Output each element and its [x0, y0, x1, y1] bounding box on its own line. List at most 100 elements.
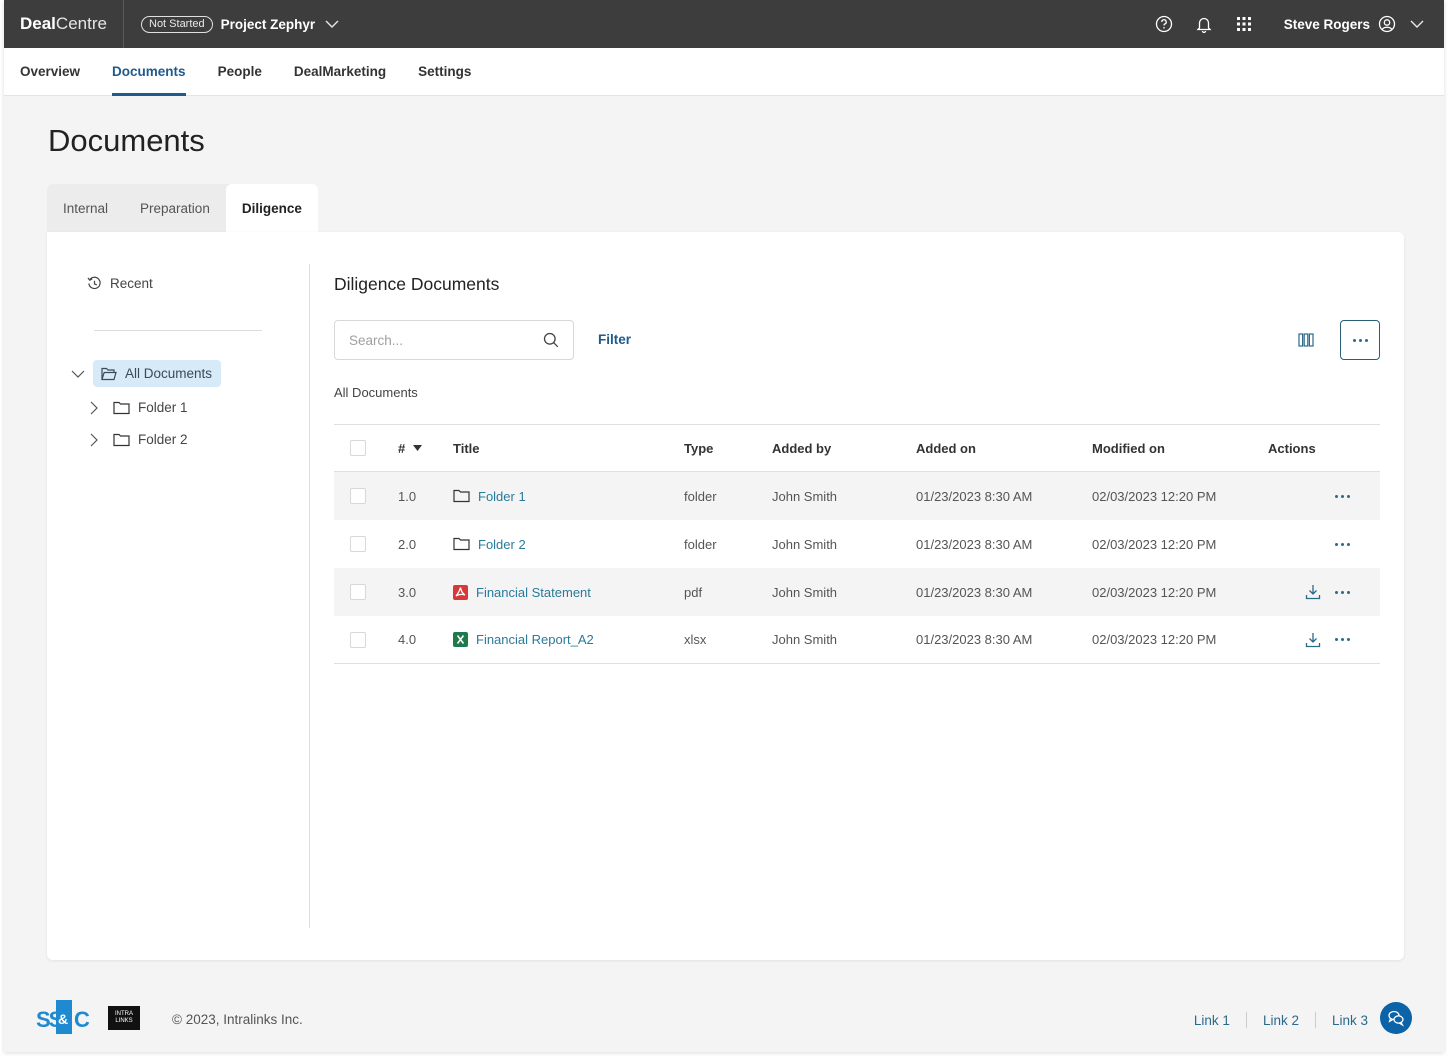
column-header-added-on[interactable]: Added on: [916, 441, 1092, 456]
column-header-title[interactable]: Title: [453, 441, 684, 456]
row-added-by: John Smith: [772, 584, 838, 600]
column-header-modified-on[interactable]: Modified on: [1092, 441, 1268, 456]
brand-logo[interactable]: Deal Centre: [4, 0, 124, 48]
tree-selected-pill[interactable]: All Documents: [93, 360, 222, 387]
search-box: [334, 320, 574, 360]
row-more-icon[interactable]: [1335, 494, 1350, 498]
table-row[interactable]: 2.0 Folder 2 folder John Smith 01/23/202…: [334, 520, 1380, 568]
search-icon[interactable]: [543, 332, 559, 348]
table-header: # Title Type Added by Added on Modified …: [334, 424, 1380, 472]
tab-diligence[interactable]: Diligence: [225, 184, 318, 232]
top-right-controls: Steve Rogers: [1144, 0, 1444, 48]
document-title-link[interactable]: Financial Statement: [476, 585, 591, 600]
column-header-type[interactable]: Type: [684, 441, 772, 456]
bell-icon[interactable]: [1184, 0, 1224, 48]
row-modified-on: 02/03/2023 12:20 PM: [1092, 488, 1217, 504]
row-more-icon[interactable]: [1335, 590, 1350, 594]
select-all-checkbox[interactable]: [350, 440, 366, 456]
nav-settings[interactable]: Settings: [418, 48, 471, 96]
tree-item-all-documents[interactable]: All Documents: [71, 360, 222, 387]
download-icon[interactable]: [1305, 632, 1321, 648]
status-badge: Not Started: [141, 15, 213, 33]
chevron-right-icon[interactable]: [89, 433, 99, 447]
sidebar-splitter[interactable]: [309, 264, 310, 928]
row-added-by: John Smith: [772, 488, 838, 504]
tree-item-folder-2[interactable]: Folder 2: [89, 432, 188, 447]
chevron-right-icon[interactable]: [89, 401, 99, 415]
search-input[interactable]: [349, 332, 529, 348]
project-chevron-down-icon[interactable]: [325, 19, 339, 29]
row-added-on: 01/23/2023 8:30 AM: [916, 488, 1033, 504]
nav-overview[interactable]: Overview: [20, 48, 80, 96]
tree-item-folder-1[interactable]: Folder 1: [89, 400, 188, 415]
table-row[interactable]: 4.0 Financial Report_A2 xlsx John Smith …: [334, 616, 1380, 664]
logo-line: LINKS: [115, 1018, 133, 1024]
row-number: 1.0: [398, 488, 417, 504]
link-separator: [1245, 1012, 1247, 1028]
row-modified-on: 02/03/2023 12:20 PM: [1092, 632, 1217, 647]
nav-dealmarketing[interactable]: DealMarketing: [294, 48, 386, 96]
document-title-link[interactable]: Folder 1: [478, 489, 526, 504]
app-frame: Deal Centre Not Started Project Zephyr St…: [4, 0, 1444, 1052]
filter-button[interactable]: Filter: [598, 332, 631, 347]
tree-label: All Documents: [125, 366, 213, 381]
nav-people[interactable]: People: [218, 48, 262, 96]
intralinks-logo: INTRA LINKS: [108, 1006, 140, 1030]
footer: SS & C INTRA LINKS © 2023, Intralinks In…: [4, 990, 1444, 1050]
row-more-icon[interactable]: [1335, 638, 1350, 641]
tab-internal[interactable]: Internal: [47, 184, 124, 232]
folder-icon: [113, 433, 130, 446]
folder-open-icon: [101, 367, 117, 380]
row-modified-on: 02/03/2023 12:20 PM: [1092, 584, 1217, 600]
column-header-added-by[interactable]: Added by: [772, 441, 916, 456]
columns-icon[interactable]: [1292, 328, 1320, 352]
user-avatar-icon[interactable]: [1370, 0, 1404, 48]
tree-label: Folder 1: [138, 400, 188, 415]
chat-bubbles-icon: [1388, 1010, 1405, 1027]
more-options-button[interactable]: [1340, 320, 1380, 360]
table-row[interactable]: 1.0 Folder 1 folder John Smith 01/23/202…: [334, 472, 1380, 520]
document-title-link[interactable]: Financial Report_A2: [476, 632, 594, 647]
row-added-on: 01/23/2023 8:30 AM: [916, 632, 1033, 647]
user-name[interactable]: Steve Rogers: [1284, 17, 1370, 32]
ssc-logo: SS & C: [36, 1000, 90, 1034]
tree-label: Folder 2: [138, 432, 188, 447]
apps-grid-icon[interactable]: [1224, 0, 1264, 48]
download-icon[interactable]: [1305, 584, 1321, 600]
row-checkbox[interactable]: [350, 488, 366, 504]
tab-preparation[interactable]: Preparation: [124, 184, 226, 232]
user-menu-chevron-down-icon[interactable]: [1404, 0, 1430, 48]
recent-link[interactable]: Recent: [87, 276, 153, 291]
breadcrumb: All Documents: [334, 385, 418, 400]
footer-link-1[interactable]: Link 1: [1194, 1013, 1230, 1028]
row-modified-on: 02/03/2023 12:20 PM: [1092, 536, 1217, 552]
row-type: xlsx: [684, 632, 707, 647]
recent-label: Recent: [110, 276, 153, 291]
chevron-down-icon[interactable]: [71, 369, 85, 379]
row-checkbox[interactable]: [350, 584, 366, 600]
footer-link-2[interactable]: Link 2: [1263, 1013, 1299, 1028]
row-type: folder: [684, 536, 717, 552]
history-icon: [87, 276, 101, 290]
row-more-icon[interactable]: [1335, 542, 1350, 546]
footer-link-3[interactable]: Link 3: [1332, 1013, 1368, 1028]
help-icon[interactable]: [1144, 0, 1184, 48]
column-header-number[interactable]: #: [398, 441, 453, 456]
page-title: Documents: [48, 123, 205, 158]
brand-light: Centre: [55, 14, 107, 33]
document-subtabs: Internal Preparation Diligence: [47, 184, 318, 232]
nav-documents[interactable]: Documents: [112, 48, 186, 96]
sort-desc-icon[interactable]: [413, 445, 423, 451]
table-row[interactable]: 3.0 Financial Statement pdf John Smith 0…: [334, 568, 1380, 616]
row-checkbox[interactable]: [350, 536, 366, 552]
row-number: 4.0: [398, 632, 417, 647]
document-title-link[interactable]: Folder 2: [478, 537, 526, 552]
row-number: 2.0: [398, 536, 417, 552]
folder-sidebar: Recent All Documents Folder 1 Folder 2: [47, 232, 310, 960]
chat-button[interactable]: [1380, 1002, 1412, 1034]
logo-line: INTRA: [115, 1011, 133, 1017]
row-checkbox[interactable]: [350, 631, 366, 648]
row-type: pdf: [684, 584, 703, 600]
row-added-by: John Smith: [772, 536, 838, 552]
project-name[interactable]: Project Zephyr: [221, 17, 316, 32]
